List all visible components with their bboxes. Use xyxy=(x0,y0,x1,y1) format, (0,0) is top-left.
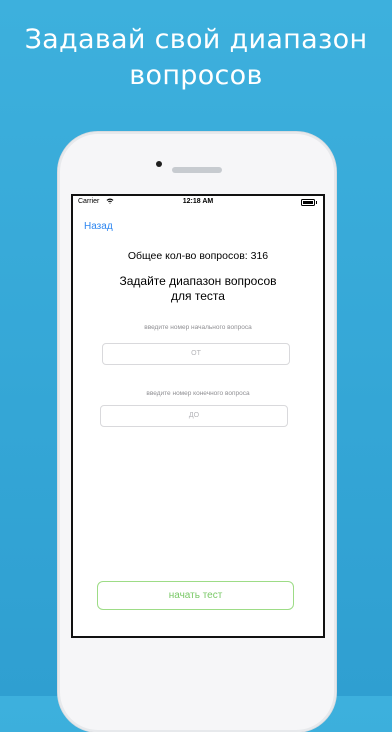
front-camera-icon xyxy=(156,161,162,167)
back-button[interactable]: Назад xyxy=(84,221,113,232)
start-question-input[interactable]: ОТ xyxy=(102,343,290,365)
speaker-icon xyxy=(172,167,222,173)
total-questions-label: Общее кол-во вопросов: 316 xyxy=(127,250,269,262)
promo-headline-line1: Задавай свой диапазон xyxy=(24,24,368,55)
range-instruction-line1: Задайте диапазон вопросов xyxy=(119,274,277,288)
end-question-hint: введите номер конечного вопроса xyxy=(146,390,250,397)
status-bar: Carrier 12:18 AM xyxy=(73,196,323,210)
end-question-input[interactable]: ДО xyxy=(100,405,288,427)
battery-icon xyxy=(301,199,317,206)
start-test-button[interactable]: начать тест xyxy=(97,581,294,610)
phone-frame: Carrier 12:18 AM Назад Общее кол-во вопр… xyxy=(58,132,336,732)
promo-headline: Задавай свой диапазон вопросов xyxy=(0,22,392,94)
range-instruction-line2: для теста xyxy=(171,289,225,303)
phone-screen: Carrier 12:18 AM Назад Общее кол-во вопр… xyxy=(71,194,325,638)
range-instruction: Задайте диапазон вопросов для теста xyxy=(73,274,323,304)
status-time: 12:18 AM xyxy=(182,198,214,205)
promo-headline-line2: вопросов xyxy=(129,60,263,91)
start-question-hint: введите номер начального вопроса xyxy=(144,324,252,331)
